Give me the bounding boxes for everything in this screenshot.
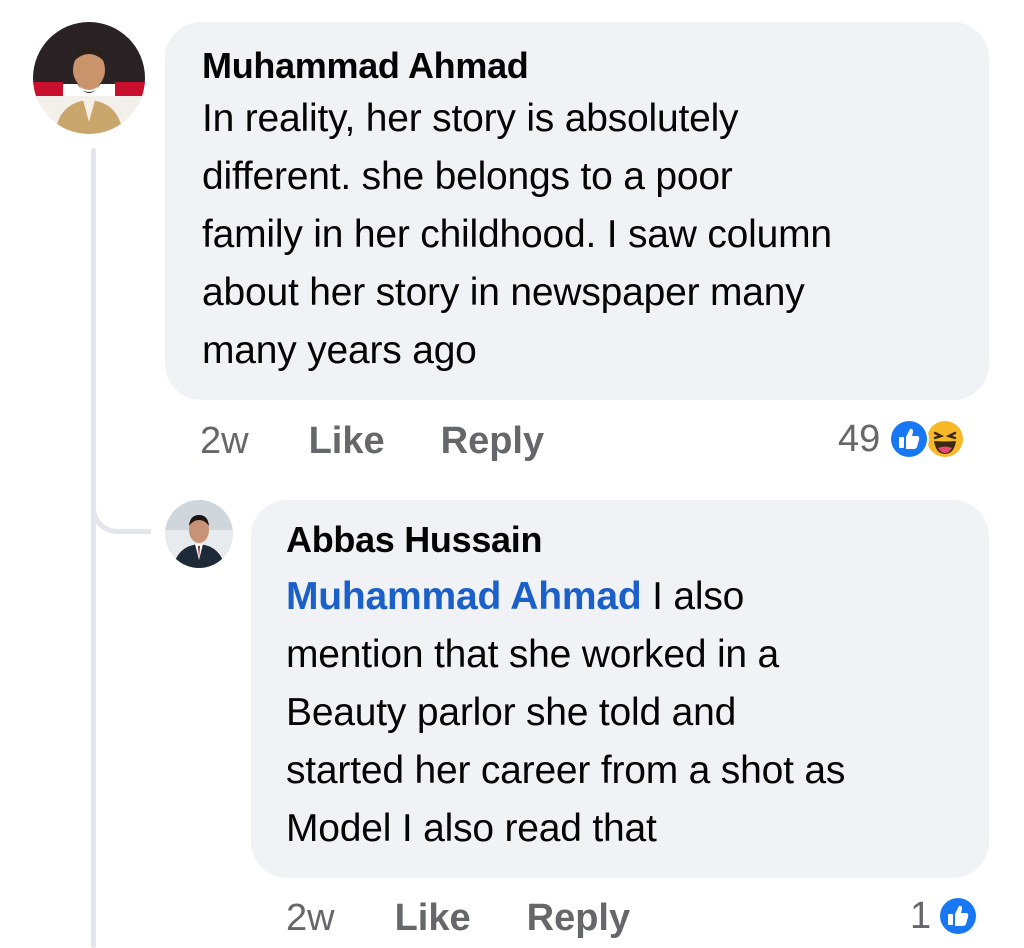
reply-bubble: Abbas Hussain Muhammad Ahmad I also ment… bbox=[251, 500, 989, 878]
reaction-summary[interactable]: 1 bbox=[910, 893, 979, 939]
reply-button[interactable]: Reply bbox=[441, 418, 544, 464]
like-icon bbox=[888, 418, 930, 460]
reply-button[interactable]: Reply bbox=[527, 895, 630, 941]
thread-line bbox=[91, 148, 96, 948]
comment-timestamp[interactable]: 2w bbox=[200, 418, 249, 464]
comment-actions: 2w Like Reply bbox=[286, 895, 630, 941]
comment-timestamp[interactable]: 2w bbox=[286, 895, 335, 941]
like-button[interactable]: Like bbox=[395, 895, 471, 941]
thread-branch-connector bbox=[91, 482, 151, 534]
comment-author[interactable]: Muhammad Ahmad bbox=[202, 44, 832, 88]
comment-author[interactable]: Abbas Hussain bbox=[286, 518, 845, 562]
reaction-summary[interactable]: 49 bbox=[838, 416, 966, 462]
like-icon bbox=[937, 895, 979, 937]
avatar[interactable] bbox=[165, 500, 233, 568]
reaction-count: 1 bbox=[910, 895, 932, 937]
mention-link[interactable]: Muhammad Ahmad bbox=[286, 575, 642, 618]
comment-text: In reality, her story is absolutely diff… bbox=[202, 97, 832, 372]
comment-text: Muhammad Ahmad I also mention that she w… bbox=[286, 575, 846, 850]
haha-icon bbox=[924, 418, 966, 460]
comment-actions: 2w Like Reply bbox=[200, 418, 544, 464]
avatar[interactable] bbox=[33, 22, 145, 134]
comment-bubble: Muhammad Ahmad In reality, her story is … bbox=[165, 22, 989, 400]
reaction-count: 49 bbox=[838, 418, 881, 460]
like-button[interactable]: Like bbox=[309, 418, 385, 464]
